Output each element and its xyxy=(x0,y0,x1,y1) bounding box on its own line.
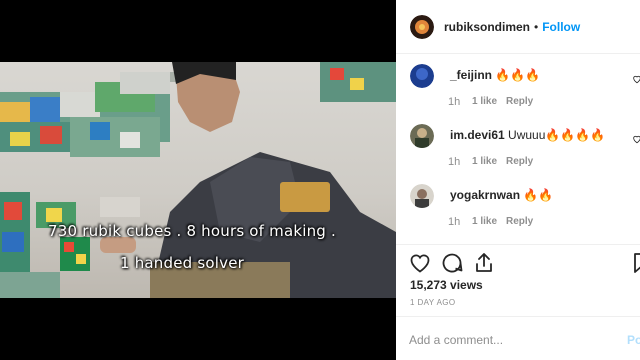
comment-meta: 1h 1 like Reply xyxy=(448,216,533,228)
comment-likes[interactable]: 1 like xyxy=(472,96,506,108)
share-icon[interactable] xyxy=(472,251,496,275)
comment-username[interactable]: im.devi61 Uwuuu🔥🔥🔥🔥 xyxy=(450,128,605,142)
comment-text: 🔥🔥 xyxy=(523,188,554,202)
comment-text: Uwuuu🔥🔥🔥🔥 xyxy=(508,128,606,142)
add-comment-bar: Add a comment... Po xyxy=(396,316,640,360)
video-caption-line2: 1 handed solver xyxy=(120,254,244,272)
video-frame[interactable]: 730 rubik cubes . 8 hours of making . 1 … xyxy=(0,62,396,298)
commenter-avatar[interactable] xyxy=(410,64,434,88)
comment-meta: 1h 1 like Reply xyxy=(448,156,533,168)
comment-username[interactable]: yogakrnwan 🔥🔥 xyxy=(450,188,553,202)
comment-item: _feijinn 🔥🔥🔥 1h 1 like Reply xyxy=(410,58,640,110)
reply-button[interactable]: Reply xyxy=(506,96,533,108)
commenter-avatar[interactable] xyxy=(410,184,434,208)
comment-time[interactable]: 1h xyxy=(448,96,472,108)
comment-text: 🔥🔥🔥 xyxy=(495,68,541,82)
comment-input[interactable]: Add a comment... xyxy=(409,333,503,347)
reply-button[interactable]: Reply xyxy=(506,216,533,228)
comment-item: im.devi61 Uwuuu🔥🔥🔥🔥 1h 1 like Reply xyxy=(410,118,640,170)
author-username[interactable]: rubiksondimen xyxy=(444,20,530,34)
post-header: rubiksondimen • Follow xyxy=(396,0,640,54)
post-comment-button[interactable]: Po xyxy=(627,333,640,347)
post-timestamp[interactable]: 1 DAY AGO xyxy=(410,298,456,307)
reply-button[interactable]: Reply xyxy=(506,156,533,168)
commenter-avatar[interactable] xyxy=(410,124,434,148)
comment-time[interactable]: 1h xyxy=(448,156,472,168)
views-count[interactable]: 15,273 views xyxy=(410,278,483,292)
comment-time[interactable]: 1h xyxy=(448,216,472,228)
separator-dot: • xyxy=(534,19,539,34)
comment-username[interactable]: _feijinn 🔥🔥🔥 xyxy=(450,68,540,82)
video-pane: 730 rubik cubes . 8 hours of making . 1 … xyxy=(0,0,396,360)
comment-icon[interactable] xyxy=(440,251,464,275)
post-actions xyxy=(396,244,640,280)
comment-meta: 1h 1 like Reply xyxy=(448,96,533,108)
follow-button[interactable]: Follow xyxy=(542,20,580,34)
comment-item: yogakrnwan 🔥🔥 1h 1 like Reply xyxy=(410,178,640,230)
comment-likes[interactable]: 1 like xyxy=(472,156,506,168)
heart-icon[interactable] xyxy=(408,251,432,275)
heart-icon[interactable] xyxy=(632,134,640,144)
comment-likes[interactable]: 1 like xyxy=(472,216,506,228)
author-avatar[interactable] xyxy=(410,14,434,39)
heart-icon[interactable] xyxy=(632,74,640,84)
bookmark-icon[interactable] xyxy=(630,251,640,275)
post-panel: rubiksondimen • Follow _feijinn 🔥🔥🔥 1h 1… xyxy=(396,0,640,360)
video-caption-line1: 730 rubik cubes . 8 hours of making . xyxy=(48,222,336,240)
